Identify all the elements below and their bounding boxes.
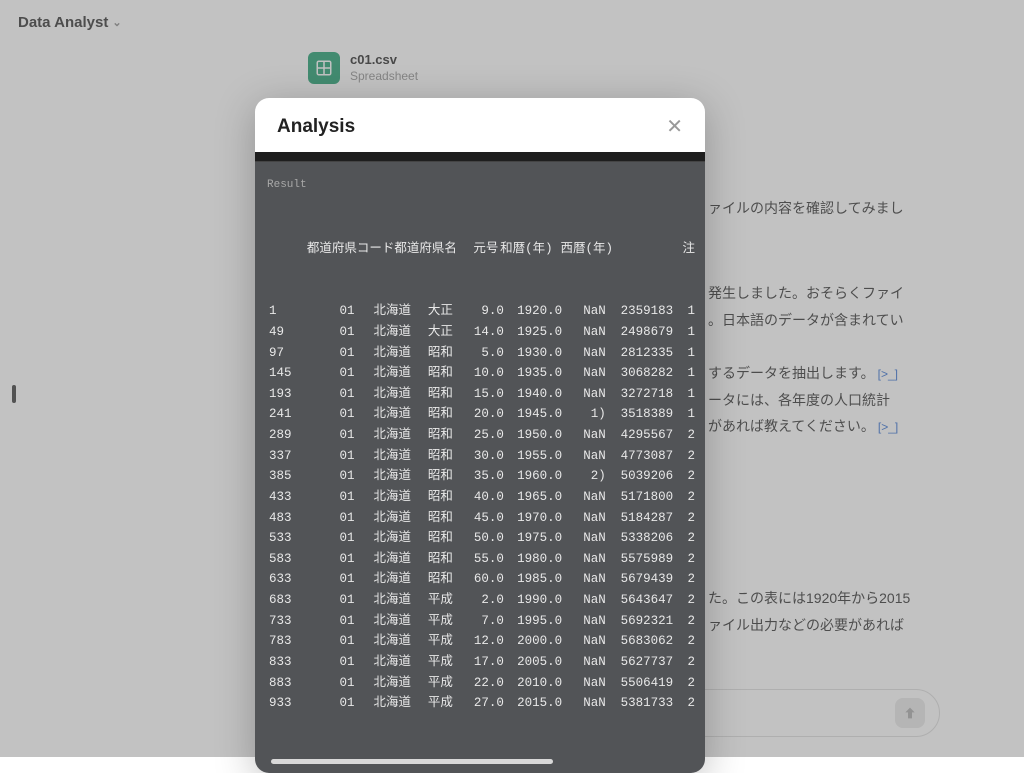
result-label: Result <box>265 176 695 194</box>
table-row: 19301北海道昭和15.01940.0NaN32727181 <box>265 384 695 405</box>
table-row: 43301北海道昭和40.01965.0NaN51718002 <box>265 487 695 508</box>
table-row: 68301北海道平成2.01990.0NaN56436472 <box>265 590 695 611</box>
horizontal-scrollbar[interactable] <box>265 757 695 767</box>
analysis-result: Result 都道府県コード 都道府県名 元号 和暦(年) 西暦(年) 注 10… <box>255 162 705 773</box>
analysis-modal: Analysis ✕ Result 都道府県コード 都道府県名 元号 和暦(年)… <box>255 98 705 773</box>
table-row: 101北海道大正9.01920.0NaN23591831 <box>265 301 695 322</box>
table-row: 83301北海道平成17.02005.0NaN56277372 <box>265 652 695 673</box>
table-row: 73301北海道平成7.01995.0NaN56923212 <box>265 611 695 632</box>
modal-title: Analysis <box>277 116 355 138</box>
table-row: 78301北海道平成12.02000.0NaN56830622 <box>265 631 695 652</box>
table-row: 33701北海道昭和30.01955.0NaN47730872 <box>265 446 695 467</box>
table-row: 88301北海道平成22.02010.0NaN55064192 <box>265 673 695 694</box>
table-row: 48301北海道昭和45.01970.0NaN51842872 <box>265 508 695 529</box>
table-header-row: 都道府県コード 都道府県名 元号 和暦(年) 西暦(年) 注 <box>265 239 695 260</box>
table-row: 38501北海道昭和35.01960.02)50392062 <box>265 466 695 487</box>
table-row: 58301北海道昭和55.01980.0NaN55759892 <box>265 549 695 570</box>
table-row: 53301北海道昭和50.01975.0NaN53382062 <box>265 528 695 549</box>
table-row: 24101北海道昭和20.01945.01)35183891 <box>265 404 695 425</box>
table-row: 14501北海道昭和10.01935.0NaN30682821 <box>265 363 695 384</box>
code-tab-strip <box>255 152 705 162</box>
table-row: 4901北海道大正14.01925.0NaN24986791 <box>265 322 695 343</box>
scrollbar-thumb[interactable] <box>271 759 553 764</box>
table-row: 9701北海道昭和5.01930.0NaN28123351 <box>265 343 695 364</box>
table-row: 93301北海道平成27.02015.0NaN53817332 <box>265 693 695 714</box>
close-icon[interactable]: ✕ <box>666 117 683 137</box>
table-row: 63301北海道昭和60.01985.0NaN56794392 <box>265 569 695 590</box>
table-row: 28901北海道昭和25.01950.0NaN42955672 <box>265 425 695 446</box>
result-table: 都道府県コード 都道府県名 元号 和暦(年) 西暦(年) 注 101北海道大正9… <box>265 198 695 755</box>
